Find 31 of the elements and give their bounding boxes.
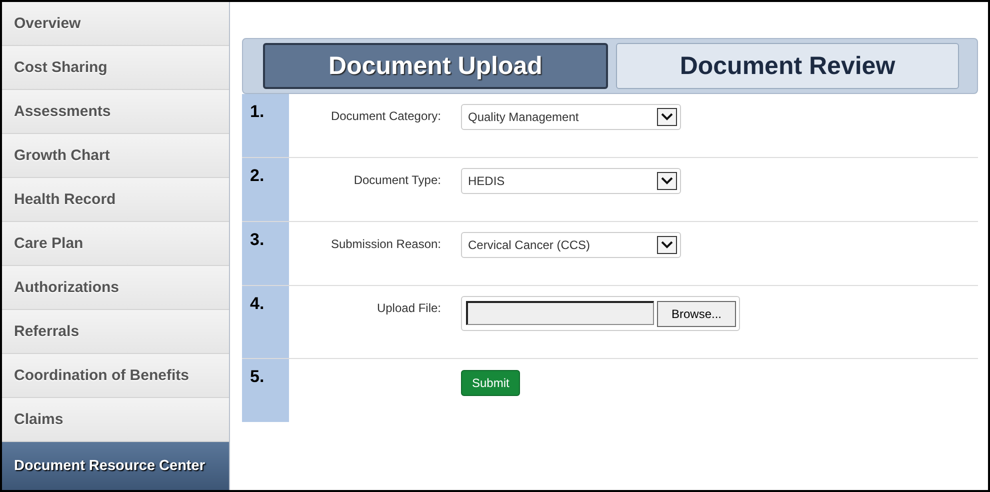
sidebar-item[interactable]: Coordination of Benefits [2, 354, 229, 398]
field-label: Upload File: [376, 301, 441, 315]
sidebar-item[interactable]: Document Resource Center [2, 442, 229, 490]
step-number: 1. [242, 94, 289, 157]
tab[interactable]: Document Upload [263, 43, 608, 89]
caret-icon [657, 172, 677, 190]
sidebar-item[interactable]: Care Plan [2, 222, 229, 266]
field-label: Document Type: [354, 173, 441, 187]
sidebar-item[interactable]: Health Record [2, 178, 229, 222]
caret-icon [657, 236, 677, 254]
sidebar-item[interactable]: Overview [2, 2, 229, 46]
dropdown[interactable]: Cervical Cancer (CCS) [461, 232, 681, 258]
sidebar-item[interactable]: Claims [2, 398, 229, 442]
field-label: Submission Reason: [330, 237, 441, 251]
tab[interactable]: Document Review [616, 43, 959, 89]
step-number: 3. [242, 222, 289, 285]
browse-button[interactable]: Browse... [657, 301, 736, 327]
sidebar-item[interactable]: Referrals [2, 310, 229, 354]
step-number: 4. [242, 286, 289, 358]
sidebar-item[interactable]: Authorizations [2, 266, 229, 310]
submit-button[interactable]: Submit [461, 370, 520, 396]
step-number: 5. [242, 359, 289, 422]
sidebar-item[interactable]: Growth Chart [2, 134, 229, 178]
file-path-field[interactable] [466, 301, 654, 325]
dropdown[interactable]: Quality Management [461, 104, 681, 130]
dropdown[interactable]: HEDIS [461, 168, 681, 194]
sidebar-item[interactable]: Cost Sharing [2, 46, 229, 90]
sidebar-item[interactable]: Assessments [2, 90, 229, 134]
field-label: Document Category: [330, 109, 441, 123]
caret-icon [657, 108, 677, 126]
step-number: 2. [242, 158, 289, 221]
